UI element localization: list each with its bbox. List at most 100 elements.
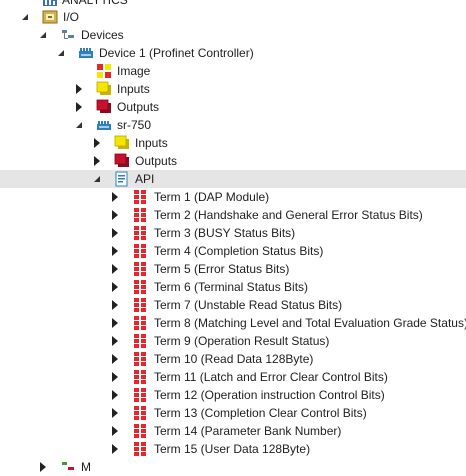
collapsed-arrow-icon[interactable] <box>112 426 118 436</box>
term-icon <box>134 406 146 420</box>
tree-item-label: Term 4 (Completion Status Bits) <box>154 244 324 258</box>
collapsed-arrow-icon[interactable] <box>112 408 118 418</box>
term-icon <box>134 262 146 276</box>
tree-item-label: Term 8 (Matching Level and Total Evaluat… <box>154 316 466 330</box>
tree-item-inputs[interactable]: Inputs <box>0 80 466 98</box>
collapsed-arrow-icon[interactable] <box>112 228 118 238</box>
term-icon <box>134 442 146 456</box>
tree-item-label: Term 11 (Latch and Error Clear Control B… <box>154 370 388 384</box>
term-icon <box>134 226 146 240</box>
term-icon <box>134 352 146 366</box>
tree-item-label: Term 15 (User Data 128Byte) <box>154 442 311 456</box>
outputs-icon <box>96 99 111 113</box>
term-icon <box>134 316 146 330</box>
tree-item-label: Term 3 (BUSY Status Bits) <box>154 226 296 240</box>
outputs-icon <box>114 153 129 167</box>
tree-item-sr-outputs[interactable]: Outputs <box>0 152 466 170</box>
tree-item-term[interactable]: Term 10 (Read Data 128Byte) <box>0 350 466 368</box>
collapsed-arrow-icon[interactable] <box>94 138 100 148</box>
collapsed-arrow-icon[interactable] <box>112 354 118 364</box>
tree-item-label: M <box>81 460 91 474</box>
tree-item-term[interactable]: Term 6 (Terminal Status Bits) <box>0 278 466 296</box>
collapsed-arrow-icon[interactable] <box>112 264 118 274</box>
tree-item-term[interactable]: Term 13 (Completion Clear Control Bits) <box>0 404 466 422</box>
tree-item-sr-750[interactable]: sr-750 <box>0 116 466 134</box>
collapsed-arrow-icon[interactable] <box>112 390 118 400</box>
tree-item-devices[interactable]: Devices <box>0 26 466 44</box>
tree-item-term[interactable]: Term 9 (Operation Result Status) <box>0 332 466 350</box>
tree-item-label: Term 12 (Operation instruction Control B… <box>154 388 385 402</box>
tree-item-term[interactable]: Term 8 (Matching Level and Total Evaluat… <box>0 314 466 332</box>
tree-item-term[interactable]: Term 7 (Unstable Read Status Bits) <box>0 296 466 314</box>
tree-item-term[interactable]: Term 11 (Latch and Error Clear Control B… <box>0 368 466 386</box>
tree-item-image[interactable]: Image <box>0 62 466 80</box>
collapsed-arrow-icon[interactable] <box>112 210 118 220</box>
collapsed-arrow-icon[interactable] <box>112 318 118 328</box>
tree-item-label: Outputs <box>117 100 160 114</box>
collapsed-arrow-icon[interactable] <box>76 84 82 94</box>
collapsed-arrow-icon[interactable] <box>112 246 118 256</box>
solution-tree: ANALYTICS I/O Devices Device 1 (Profinet… <box>0 0 466 474</box>
inputs-icon <box>96 81 111 95</box>
collapsed-arrow-icon[interactable] <box>76 102 82 112</box>
expanded-arrow-icon[interactable] <box>58 50 64 56</box>
api-icon <box>115 171 128 187</box>
tree-item-term[interactable]: Term 14 (Parameter Bank Number) <box>0 422 466 440</box>
term-icon <box>134 208 146 222</box>
term-icon <box>134 370 146 384</box>
devices-icon <box>62 30 74 39</box>
inputs-icon <box>114 135 129 149</box>
tree-item-label: ANALYTICS <box>62 0 128 7</box>
tree-item-term[interactable]: Term 3 (BUSY Status Bits) <box>0 224 466 242</box>
expanded-arrow-icon[interactable] <box>76 122 82 128</box>
tree-item-label: Term 6 (Terminal Status Bits) <box>154 280 309 294</box>
tree-item-term[interactable]: Term 4 (Completion Status Bits) <box>0 242 466 260</box>
tree-item-label: Term 5 (Error Status Bits) <box>154 262 290 276</box>
collapsed-arrow-icon[interactable] <box>112 372 118 382</box>
tree-item-label: Term 7 (Unstable Read Status Bits) <box>154 298 343 312</box>
collapsed-arrow-icon[interactable] <box>112 300 118 310</box>
tree-item-term[interactable]: Term 5 (Error Status Bits) <box>0 260 466 278</box>
tree-item-device-1[interactable]: Device 1 (Profinet Controller) <box>0 44 466 62</box>
tree-item-label: Term 13 (Completion Clear Control Bits) <box>154 406 367 420</box>
collapsed-arrow-icon[interactable] <box>94 156 100 166</box>
tree-item-label: Term 9 (Operation Result Status) <box>154 334 330 348</box>
tree-item-label: Term 14 (Parameter Bank Number) <box>154 424 342 438</box>
tree-item-label: Device 1 (Profinet Controller) <box>99 46 254 60</box>
collapsed-arrow-icon[interactable] <box>112 192 118 202</box>
io-folder-icon <box>42 10 58 24</box>
term-icon <box>134 244 146 258</box>
expanded-arrow-icon[interactable] <box>22 14 28 20</box>
tree-item-label: Image <box>117 64 151 78</box>
tree-item-label: I/O <box>63 10 80 24</box>
term-icon <box>134 388 146 402</box>
collapsed-arrow-icon[interactable] <box>112 336 118 346</box>
tree-item-label: Inputs <box>117 82 150 96</box>
tree-item-io[interactable]: I/O <box>0 8 466 26</box>
tree-item-label: Inputs <box>135 136 168 150</box>
tree-item-label: Term 1 (DAP Module) <box>154 190 270 204</box>
tree-item-sr-inputs[interactable]: Inputs <box>0 134 466 152</box>
tree-item-label: API <box>135 172 155 186</box>
tree-item-label: Term 10 (Read Data 128Byte) <box>154 352 314 366</box>
devices-icon <box>62 462 74 470</box>
tree-item-label: Outputs <box>135 154 178 168</box>
term-icon <box>134 298 146 312</box>
profinet-device-icon <box>79 48 93 58</box>
analytics-icon <box>43 0 57 6</box>
tree-item-term[interactable]: Term 12 (Operation instruction Control B… <box>0 386 466 404</box>
expanded-arrow-icon[interactable] <box>94 176 100 182</box>
collapsed-arrow-icon[interactable] <box>112 444 118 454</box>
tree-item-term[interactable]: Term 1 (DAP Module) <box>0 188 466 206</box>
expanded-arrow-icon[interactable] <box>40 32 46 38</box>
profinet-device-icon <box>97 121 111 130</box>
collapsed-arrow-icon[interactable] <box>112 282 118 292</box>
tree-item-term[interactable]: Term 15 (User Data 128Byte) <box>0 440 466 458</box>
collapsed-arrow-icon[interactable] <box>40 462 46 472</box>
tree-item-api[interactable]: API <box>0 170 466 188</box>
tree-item-term[interactable]: Term 2 (Handshake and General Error Stat… <box>0 206 466 224</box>
tree-item-m[interactable]: M <box>0 458 466 476</box>
tree-item-outputs[interactable]: Outputs <box>0 98 466 116</box>
term-icon <box>134 334 146 348</box>
tree-item-label: sr-750 <box>117 118 152 132</box>
